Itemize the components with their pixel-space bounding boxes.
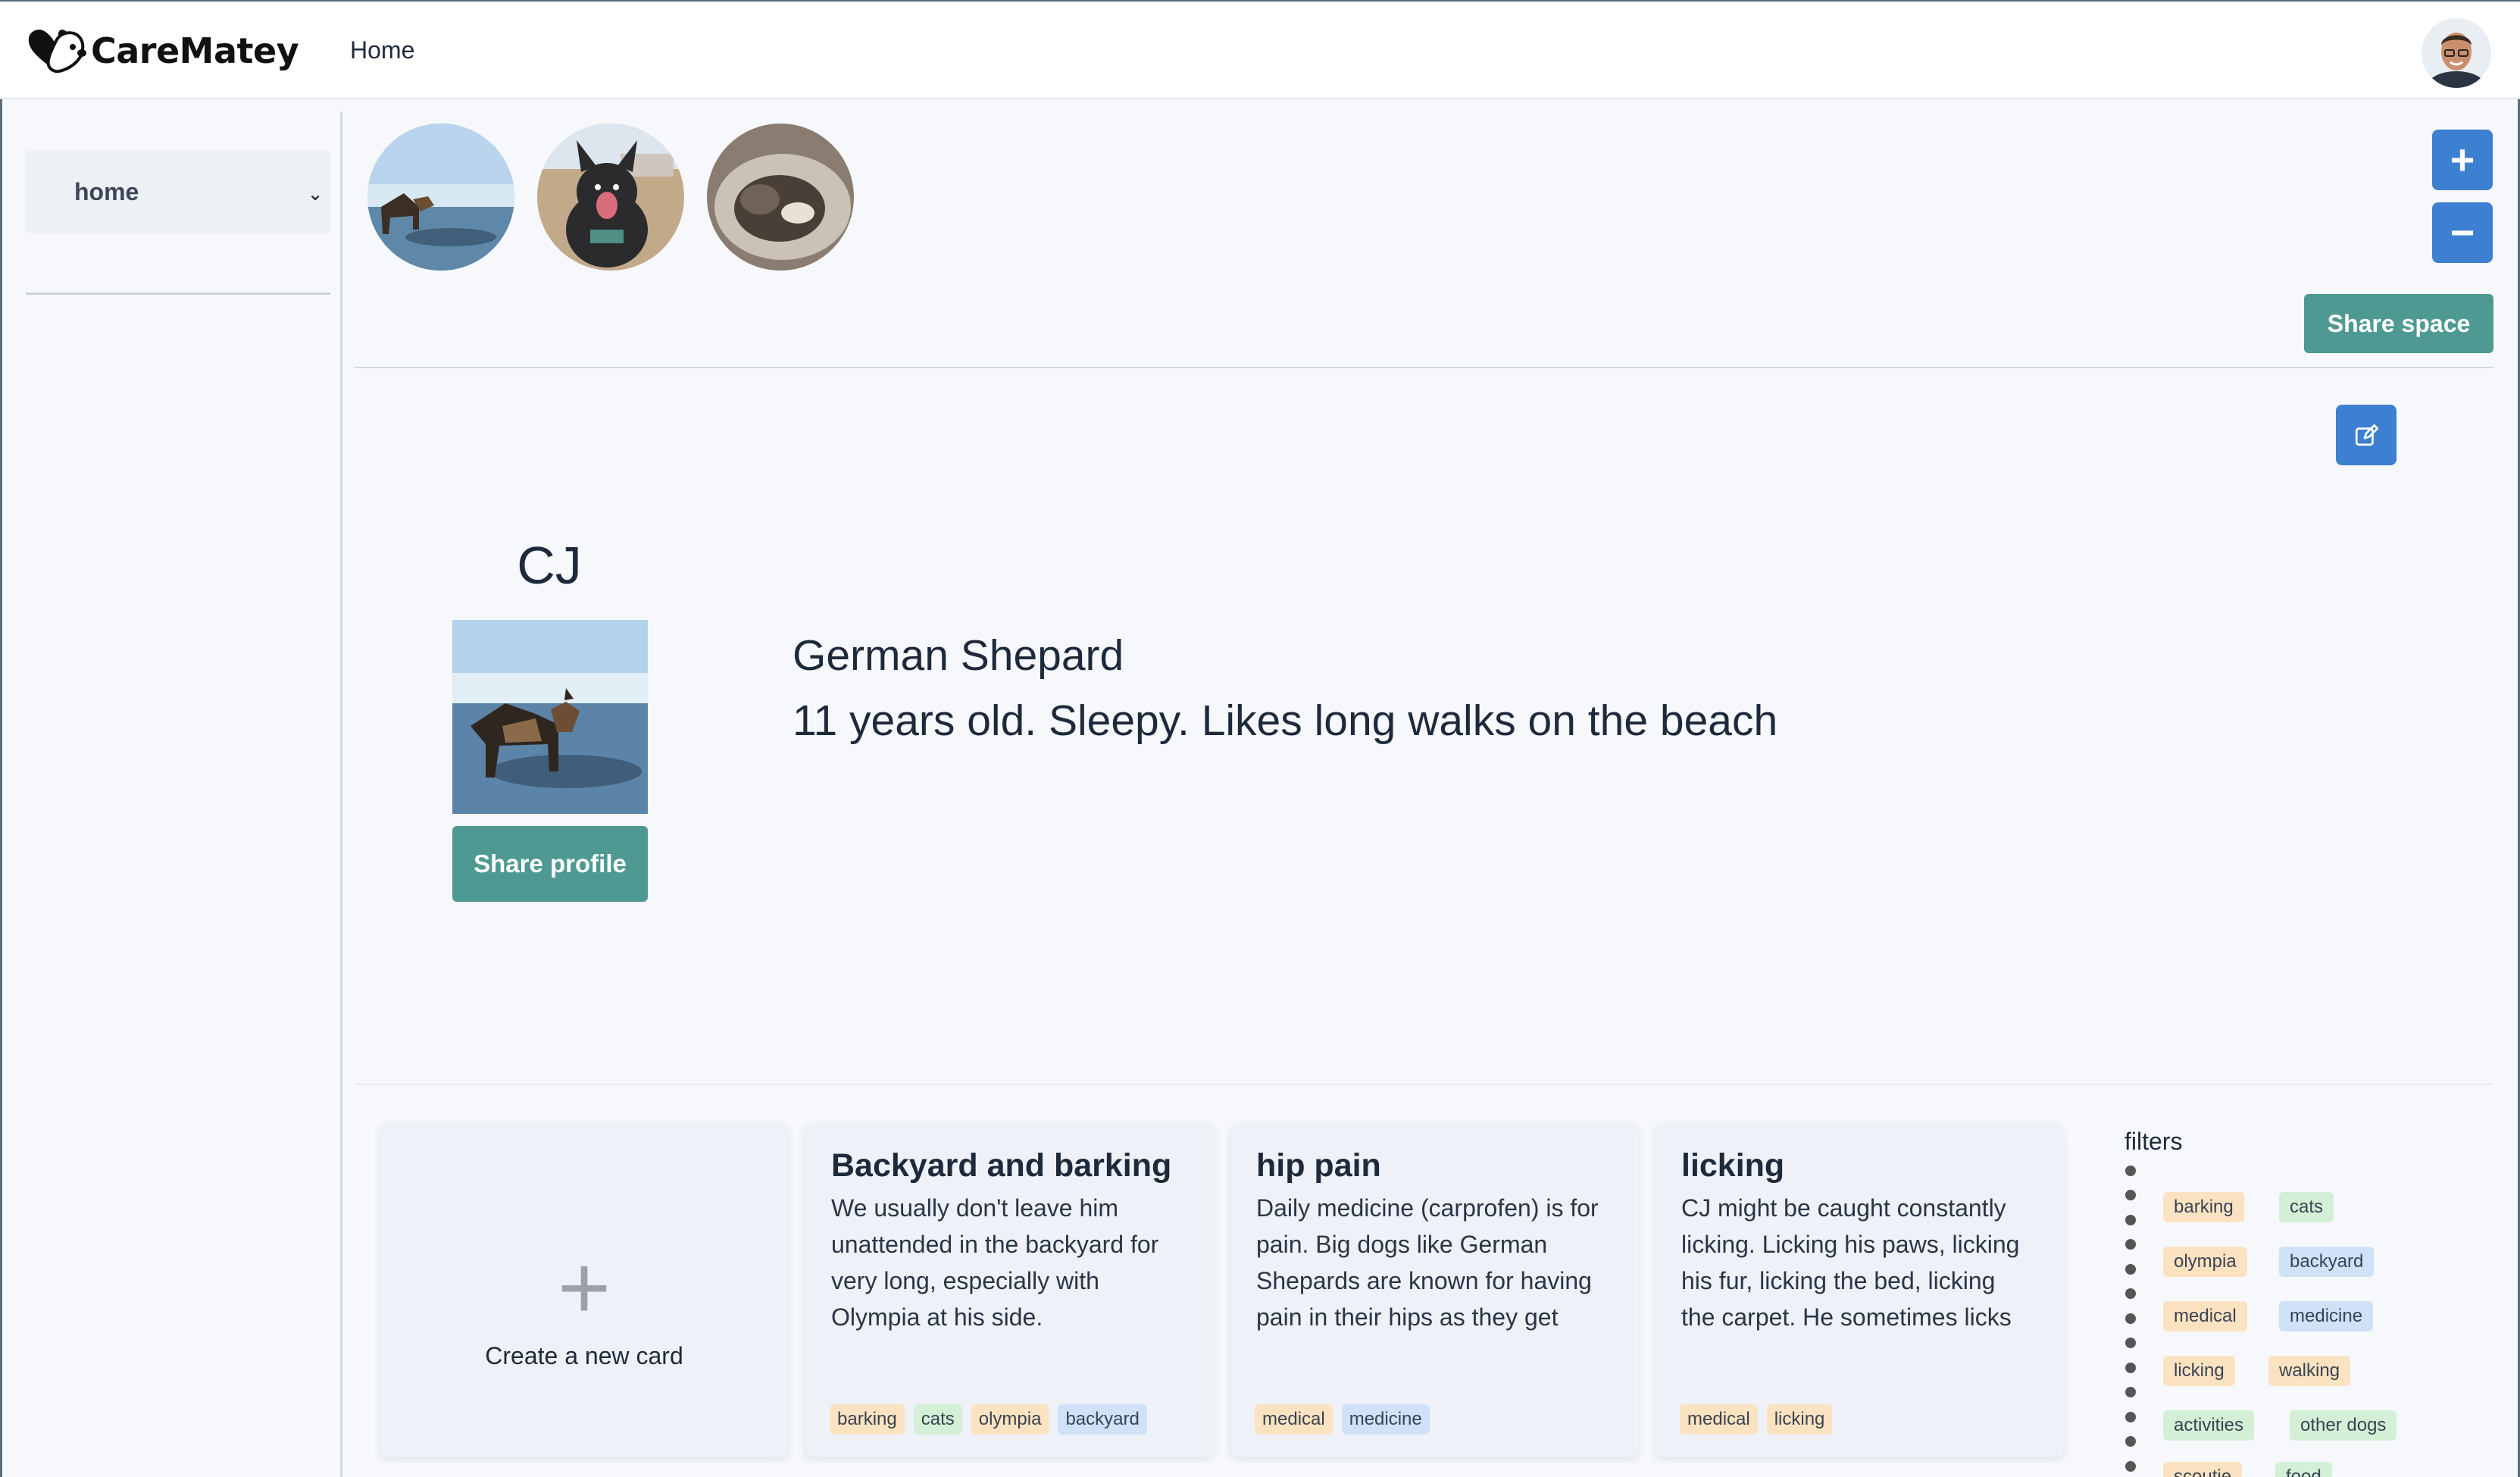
bullet: [2125, 1166, 2136, 1176]
filter-tag[interactable]: barking: [2163, 1192, 2244, 1222]
tag[interactable]: licking: [1766, 1404, 1833, 1435]
sidebar-divider-line: [26, 293, 330, 295]
filter-tag[interactable]: licking: [2163, 1356, 2235, 1386]
create-card-label: Create a new card: [485, 1341, 683, 1369]
space-select[interactable]: home ⌄: [26, 150, 330, 233]
filter-tag[interactable]: backyard: [2279, 1247, 2375, 1277]
tag[interactable]: backyard: [1058, 1404, 1147, 1435]
tag[interactable]: barking: [830, 1404, 905, 1435]
remove-pet-button[interactable]: −: [2432, 202, 2493, 263]
tag[interactable]: olympia: [971, 1404, 1049, 1435]
filters-title: filters: [2124, 1128, 2183, 1155]
user-avatar[interactable]: [2422, 18, 2491, 88]
add-pet-button[interactable]: +: [2432, 130, 2493, 190]
bullet: [2125, 1412, 2136, 1422]
card-body: CJ might be caught constantly licking. L…: [1681, 1194, 2020, 1331]
sidebar: [2, 101, 343, 1477]
tag[interactable]: medicine: [1341, 1404, 1430, 1435]
card-tags: barking cats olympia backyard: [830, 1404, 1147, 1435]
card-title: licking: [1681, 1147, 1785, 1184]
card-title: hip pain: [1256, 1147, 1381, 1184]
pet-description: 11 years old. Sleepy. Likes long walks o…: [793, 696, 1778, 745]
bullet: [2125, 1436, 2136, 1447]
card-tags: medical medicine: [1255, 1404, 1430, 1435]
bullet: [2125, 1264, 2136, 1275]
share-space-button[interactable]: Share space: [2304, 294, 2493, 353]
tag[interactable]: medical: [1680, 1404, 1758, 1435]
pet-avatar-cj[interactable]: [367, 124, 514, 271]
bullet: [2125, 1363, 2136, 1373]
pet-breed: German Shepard: [793, 631, 1124, 680]
app-logo[interactable]: CareMatey: [26, 24, 299, 77]
filter-tag[interactable]: scoutie: [2163, 1462, 2243, 1477]
cards-divider: [355, 1084, 2493, 1085]
tag[interactable]: cats: [913, 1404, 962, 1435]
info-card[interactable]: Backyard and barking We usually don't le…: [805, 1124, 1213, 1457]
filter-tag[interactable]: activities: [2163, 1410, 2255, 1441]
card-tags: medical licking: [1680, 1404, 1833, 1435]
bullet: [2125, 1288, 2136, 1299]
app-name: CareMatey: [91, 30, 299, 71]
info-card[interactable]: licking CJ might be caught constantly li…: [1656, 1124, 2063, 1457]
bullet: [2125, 1313, 2136, 1324]
info-card[interactable]: hip pain Daily medicine (carprofen) is f…: [1230, 1124, 1638, 1457]
bullet: [2125, 1190, 2136, 1200]
filter-tag[interactable]: medical: [2163, 1301, 2247, 1331]
pet-avatar-cat[interactable]: [707, 124, 854, 271]
tag[interactable]: medical: [1255, 1404, 1333, 1435]
nav-home-link[interactable]: Home: [350, 36, 414, 64]
filter-tag[interactable]: medicine: [2279, 1301, 2374, 1331]
pet-profile-photo: [452, 620, 648, 814]
edit-icon: [2355, 424, 2379, 446]
bullet: [2125, 1338, 2136, 1348]
space-select-label: home: [74, 177, 139, 205]
bullet: [2125, 1215, 2136, 1225]
card-body: We usually don't leave him unattended in…: [831, 1194, 1159, 1331]
section-divider: [355, 367, 2493, 368]
filter-tag[interactable]: cats: [2279, 1192, 2334, 1222]
heart-dog-logo-icon: [28, 30, 86, 74]
bullet: [2125, 1387, 2136, 1397]
bullet: [2125, 1239, 2136, 1250]
sidebar-divider: [340, 111, 342, 1477]
card-body: Daily medicine (carprofen) is for pain. …: [1256, 1194, 1599, 1331]
filter-tag[interactable]: food: [2275, 1462, 2332, 1477]
card-title: Backyard and barking: [831, 1147, 1172, 1184]
bullet: [2125, 1461, 2136, 1472]
top-header: CareMatey Home: [0, 0, 2520, 99]
filter-tag[interactable]: other dogs: [2290, 1410, 2397, 1441]
pet-avatar-dog-2[interactable]: [537, 124, 684, 271]
share-profile-button[interactable]: Share profile: [452, 826, 648, 902]
chevron-down-icon: ⌄: [308, 184, 324, 205]
filter-tag[interactable]: olympia: [2163, 1247, 2247, 1277]
create-card-button[interactable]: + Create a new card: [380, 1124, 788, 1457]
filter-tag[interactable]: walking: [2268, 1356, 2351, 1386]
plus-icon: +: [557, 1236, 611, 1338]
edit-profile-button[interactable]: [2336, 405, 2397, 465]
pet-name: CJ: [517, 536, 582, 595]
